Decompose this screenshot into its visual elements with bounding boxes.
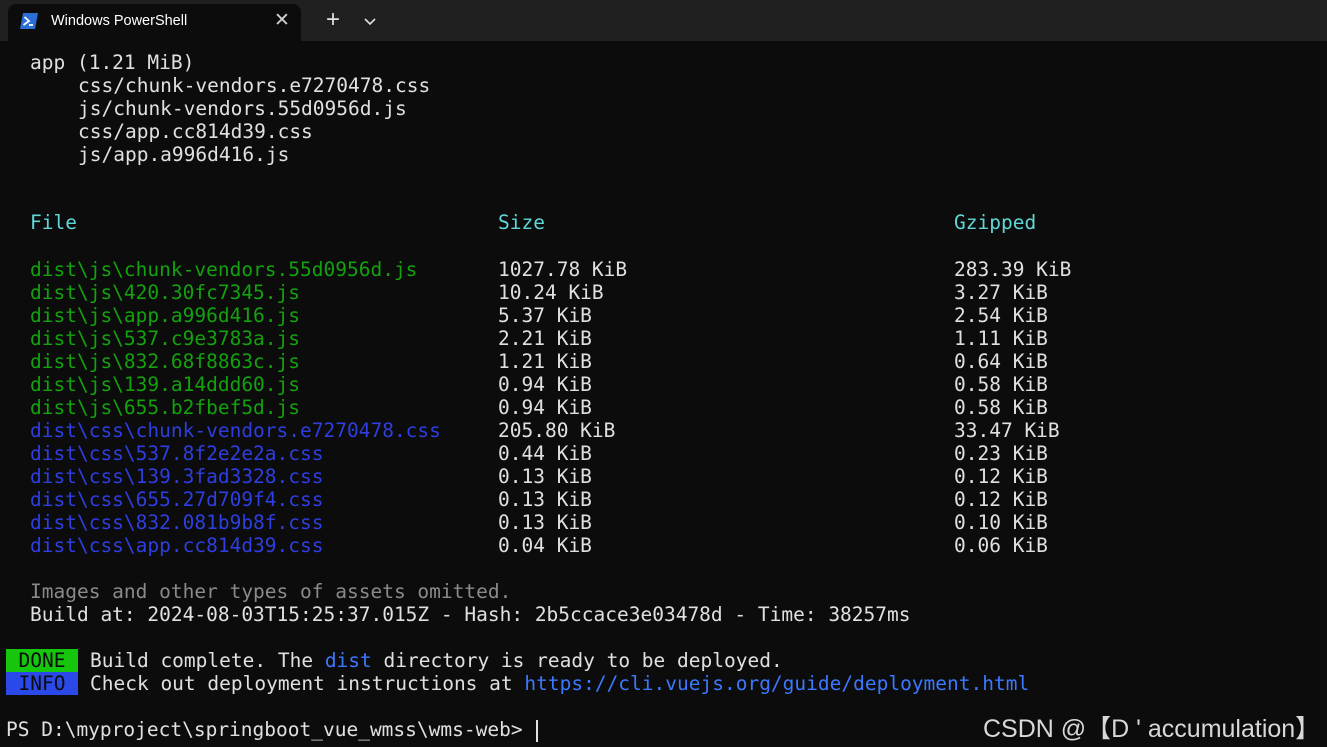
file-gzipped-size: 33.47 KiB xyxy=(954,419,1060,442)
file-name: dist\js\832.68f8863c.js xyxy=(30,350,301,373)
file-name: dist\css\537.8f2e2e2a.css xyxy=(30,442,324,465)
text-cursor xyxy=(536,719,539,742)
file-gzipped-size: 3.27 KiB xyxy=(954,281,1048,304)
column-header-gzipped: Gzipped xyxy=(954,211,1037,234)
dist-highlight: dist xyxy=(324,649,372,672)
terminal-output[interactable]: app (1.21 MiB) css/chunk-vendors.e727047… xyxy=(0,41,1327,747)
file-size: 0.13 KiB xyxy=(498,511,592,534)
done-badge: DONE xyxy=(6,649,78,672)
file-gzipped-size: 0.64 KiB xyxy=(954,350,1048,373)
file-name: dist\js\chunk-vendors.55d0956d.js xyxy=(30,258,418,281)
prompt-text: PS D:\myproject\springboot_vue_wmss\wms-… xyxy=(6,718,535,741)
file-gzipped-size: 2.54 KiB xyxy=(954,304,1048,327)
file-name: dist\js\420.30fc7345.js xyxy=(30,281,301,304)
tab-windows-powershell[interactable]: Windows PowerShell ✕ xyxy=(8,4,301,41)
file-name: dist\css\chunk-vendors.e7270478.css xyxy=(30,419,441,442)
file-name: dist\css\655.27d709f4.css xyxy=(30,488,324,511)
done-message: Build complete. The dist directory is re… xyxy=(90,649,783,672)
file-size: 0.13 KiB xyxy=(498,465,592,488)
build-info: Build at: 2024-08-03T15:25:37.015Z - Has… xyxy=(30,603,911,626)
file-size: 0.04 KiB xyxy=(498,534,592,557)
title-bar: Windows PowerShell ✕ + xyxy=(0,0,1327,41)
info-text: Check out deployment instructions at xyxy=(90,672,525,695)
file-name: dist\css\139.3fad3328.css xyxy=(30,465,324,488)
file-size: 2.21 KiB xyxy=(498,327,592,350)
command-prompt[interactable]: PS D:\myproject\springboot_vue_wmss\wms-… xyxy=(6,718,539,742)
file-name: dist\css\app.cc814d39.css xyxy=(30,534,324,557)
file-size: 205.80 KiB xyxy=(498,419,616,442)
app-asset: js/chunk-vendors.55d0956d.js xyxy=(78,97,407,120)
chevron-down-icon[interactable] xyxy=(358,9,382,33)
done-text-before: Build complete. The xyxy=(90,649,325,672)
new-tab-button[interactable]: + xyxy=(320,8,346,34)
file-name: dist\css\832.081b9b8f.css xyxy=(30,511,324,534)
app-asset: css/app.cc814d39.css xyxy=(78,120,313,143)
file-gzipped-size: 0.12 KiB xyxy=(954,488,1048,511)
file-name: dist\js\537.c9e3783a.js xyxy=(30,327,301,350)
info-message: Check out deployment instructions at htt… xyxy=(90,672,1029,695)
info-badge: INFO xyxy=(6,672,78,695)
file-size: 0.44 KiB xyxy=(498,442,592,465)
file-gzipped-size: 0.23 KiB xyxy=(954,442,1048,465)
watermark: CSDN @【D ' accumulation】 xyxy=(983,715,1321,743)
file-gzipped-size: 0.06 KiB xyxy=(954,534,1048,557)
file-name: dist\js\655.b2fbef5d.js xyxy=(30,396,301,419)
file-size: 0.94 KiB xyxy=(498,373,592,396)
file-size: 10.24 KiB xyxy=(498,281,604,304)
file-gzipped-size: 0.58 KiB xyxy=(954,373,1048,396)
powershell-icon xyxy=(20,13,38,29)
file-size: 0.94 KiB xyxy=(498,396,592,419)
file-gzipped-size: 0.12 KiB xyxy=(954,465,1048,488)
file-size: 1.21 KiB xyxy=(498,350,592,373)
app-asset: css/chunk-vendors.e7270478.css xyxy=(78,74,431,97)
close-icon[interactable]: ✕ xyxy=(270,9,294,33)
file-size: 1027.78 KiB xyxy=(498,258,628,281)
column-header-file: File xyxy=(30,211,77,234)
app-asset: js/app.a996d416.js xyxy=(78,143,290,166)
file-gzipped-size: 0.58 KiB xyxy=(954,396,1048,419)
deployment-link[interactable]: https://cli.vuejs.org/guide/deployment.h… xyxy=(524,672,1029,695)
column-header-size: Size xyxy=(498,211,545,234)
app-header: app (1.21 MiB) xyxy=(30,51,195,74)
file-name: dist\js\139.a14ddd60.js xyxy=(30,373,301,396)
file-size: 0.13 KiB xyxy=(498,488,592,511)
done-text-after: directory is ready to be deployed. xyxy=(371,649,783,672)
file-name: dist\js\app.a996d416.js xyxy=(30,304,301,327)
file-size: 5.37 KiB xyxy=(498,304,592,327)
file-gzipped-size: 283.39 KiB xyxy=(954,258,1072,281)
file-gzipped-size: 1.11 KiB xyxy=(954,327,1048,350)
tab-title: Windows PowerShell xyxy=(51,13,188,29)
omitted-note: Images and other types of assets omitted… xyxy=(30,580,512,603)
file-gzipped-size: 0.10 KiB xyxy=(954,511,1048,534)
